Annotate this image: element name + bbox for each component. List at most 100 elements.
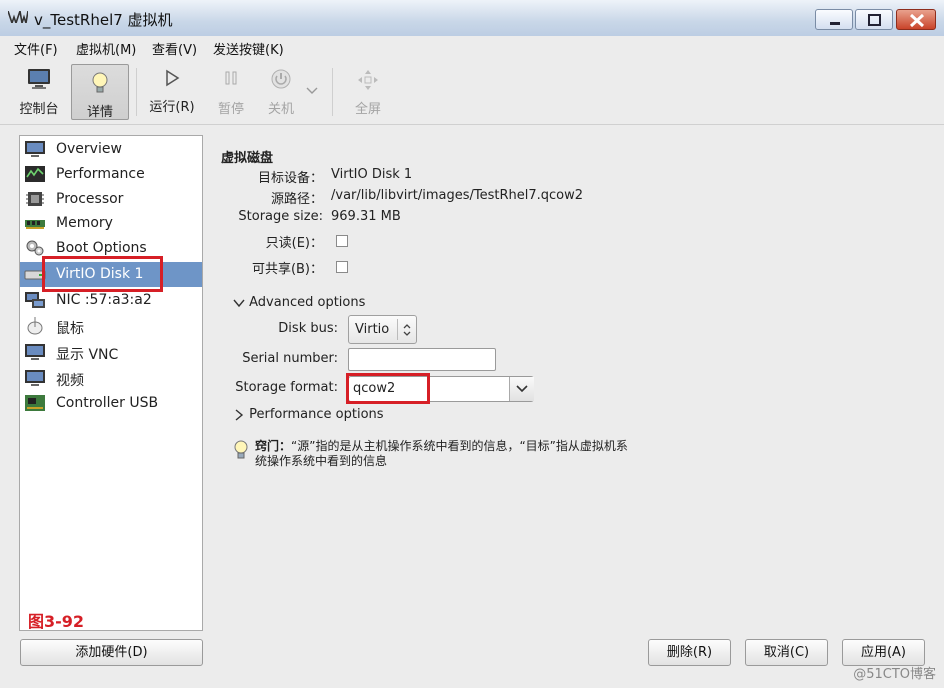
sidebar-item-label: Performance: [56, 166, 145, 182]
maximize-icon: [868, 14, 881, 26]
storage-size-value: 969.31 MB: [331, 209, 401, 224]
mouse-icon: [24, 317, 46, 335]
run-label: 运行(R): [149, 100, 195, 115]
shareable-checkbox[interactable]: [336, 261, 348, 273]
readonly-label: 只读(E)：: [265, 236, 323, 251]
sidebar-item-overview[interactable]: Overview: [20, 137, 202, 162]
memory-icon: [24, 214, 46, 232]
figure-label: 图3-92: [28, 612, 85, 631]
cpu-icon: [24, 190, 46, 208]
hint-title: 窍门：: [255, 439, 292, 453]
shutdown-button[interactable]: 关机: [261, 62, 301, 118]
maximize-button[interactable]: [855, 9, 893, 30]
sidebar-item-video[interactable]: 视频: [20, 366, 202, 391]
close-icon: [909, 13, 925, 28]
sidebar-item-controller-usb[interactable]: Controller USB: [20, 391, 202, 416]
spin-arrows-icon: [403, 324, 411, 336]
performance-options-label: Performance options: [249, 407, 384, 422]
performance-icon: [24, 165, 46, 183]
remove-button[interactable]: 删除(R): [648, 639, 731, 666]
highlight-box-format: [346, 373, 430, 404]
advanced-options-label: Advanced options: [249, 295, 366, 310]
storage-format-label: Storage format:: [235, 380, 338, 395]
serial-number-label: Serial number:: [242, 351, 338, 366]
console-button[interactable]: 控制台: [12, 62, 66, 118]
sidebar-item-mouse[interactable]: 鼠标: [20, 314, 202, 339]
nic-icon: [24, 291, 46, 309]
console-label: 控制台: [19, 102, 59, 117]
shutdown-label: 关机: [267, 102, 294, 117]
storage-size-label: Storage size:: [238, 209, 323, 224]
cancel-button[interactable]: 取消(C): [745, 639, 828, 666]
fullscreen-button[interactable]: 全屏: [345, 62, 391, 118]
display-icon: [24, 343, 46, 361]
sidebar-item-performance[interactable]: Performance: [20, 162, 202, 187]
performance-options-expander[interactable]: Performance options: [233, 407, 384, 422]
watermark: @51CTO博客: [853, 667, 936, 682]
chevron-down-icon: [233, 299, 245, 307]
monitor-icon: [26, 68, 52, 94]
lightbulb-icon: [90, 71, 110, 99]
monitor-icon: [24, 140, 46, 158]
hardware-list: Overview Performance Processor Memory Bo…: [19, 135, 203, 631]
disk-bus-label: Disk bus:: [278, 321, 338, 336]
details-label: 详情: [86, 105, 113, 120]
sidebar-item-label: NIC :57:a3:a2: [56, 292, 152, 308]
lightbulb-icon: [233, 439, 249, 465]
storage-format-dropdown-button[interactable]: [509, 377, 534, 401]
shareable-label: 可共享(B)：: [251, 262, 323, 277]
hint-text: 窍门：“源”指的是从主机操作系统中看到的信息，“目标”指从虚拟机系统操作系统中看…: [255, 439, 635, 469]
power-icon: [270, 68, 292, 94]
menu-file[interactable]: 文件(F): [14, 39, 58, 58]
chevron-down-icon: [306, 84, 318, 99]
sidebar-item-label: Controller USB: [56, 395, 159, 411]
menu-view[interactable]: 查看(V): [152, 39, 197, 58]
shutdown-menu-button[interactable]: [302, 62, 322, 118]
source-path-value: /var/lib/libvirt/images/TestRhel7.qcow2: [331, 188, 584, 203]
pause-label: 暂停: [217, 102, 244, 117]
serial-number-input[interactable]: [348, 348, 496, 371]
fullscreen-icon: [356, 68, 380, 96]
fullscreen-label: 全屏: [354, 102, 381, 117]
minimize-button[interactable]: [815, 9, 853, 30]
usb-controller-icon: [24, 394, 46, 412]
sidebar-item-label: 显示 VNC: [56, 347, 119, 363]
readonly-checkbox[interactable]: [336, 235, 348, 247]
advanced-options-expander[interactable]: Advanced options: [233, 295, 365, 310]
sidebar-item-label: Boot Options: [56, 240, 147, 256]
video-icon: [24, 369, 46, 387]
close-button[interactable]: [896, 9, 936, 30]
chevron-down-icon: [516, 385, 528, 393]
menu-send-key[interactable]: 发送按键(K): [213, 39, 284, 58]
toolbar-separator: [332, 68, 333, 116]
toolbar-separator: [136, 68, 137, 116]
menu-bar: 文件(F) 虚拟机(M) 查看(V) 发送按键(K): [0, 36, 944, 58]
disk-bus-value: Virtio: [355, 322, 390, 337]
sidebar-item-label: 视频: [56, 373, 84, 389]
sidebar-item-label: Processor: [56, 191, 124, 207]
virt-manager-window: v_TestRhel7 虚拟机 文件(F) 虚拟机(M) 查看(V) 发送按键(…: [0, 0, 944, 688]
pause-icon: [222, 68, 240, 92]
minimize-icon: [830, 22, 840, 25]
toolbar: 控制台 详情 运行(R) 暂停 关机 全屏: [0, 58, 944, 125]
apply-button[interactable]: 应用(A): [842, 639, 925, 666]
menu-vm[interactable]: 虚拟机(M): [76, 39, 136, 58]
sidebar-item-memory[interactable]: Memory: [20, 211, 202, 236]
play-icon: [163, 68, 181, 92]
sidebar-item-label: Memory: [56, 215, 113, 231]
details-button[interactable]: 详情: [71, 64, 129, 120]
add-hardware-button[interactable]: 添加硬件(D): [20, 639, 203, 666]
chevron-right-icon: [235, 408, 244, 421]
disk-bus-select[interactable]: Virtio: [348, 315, 417, 344]
hint-body: “源”指的是从主机操作系统中看到的信息，“目标”指从虚拟机系统操作系统中看到的信…: [255, 439, 628, 468]
sidebar-item-display-vnc[interactable]: 显示 VNC: [20, 340, 202, 365]
source-path-label: 源路径：: [270, 192, 323, 207]
pause-button[interactable]: 暂停: [208, 62, 254, 118]
details-panel: 虚拟磁盘 目标设备： VirtIO Disk 1 源路径： /var/lib/l…: [213, 135, 933, 631]
app-logo-icon: [7, 10, 29, 26]
highlight-box-disk: [42, 256, 163, 292]
sidebar-item-processor[interactable]: Processor: [20, 187, 202, 212]
run-button[interactable]: 运行(R): [143, 62, 201, 118]
section-title: 虚拟磁盘: [221, 151, 274, 166]
sidebar-item-label: Overview: [56, 141, 122, 157]
